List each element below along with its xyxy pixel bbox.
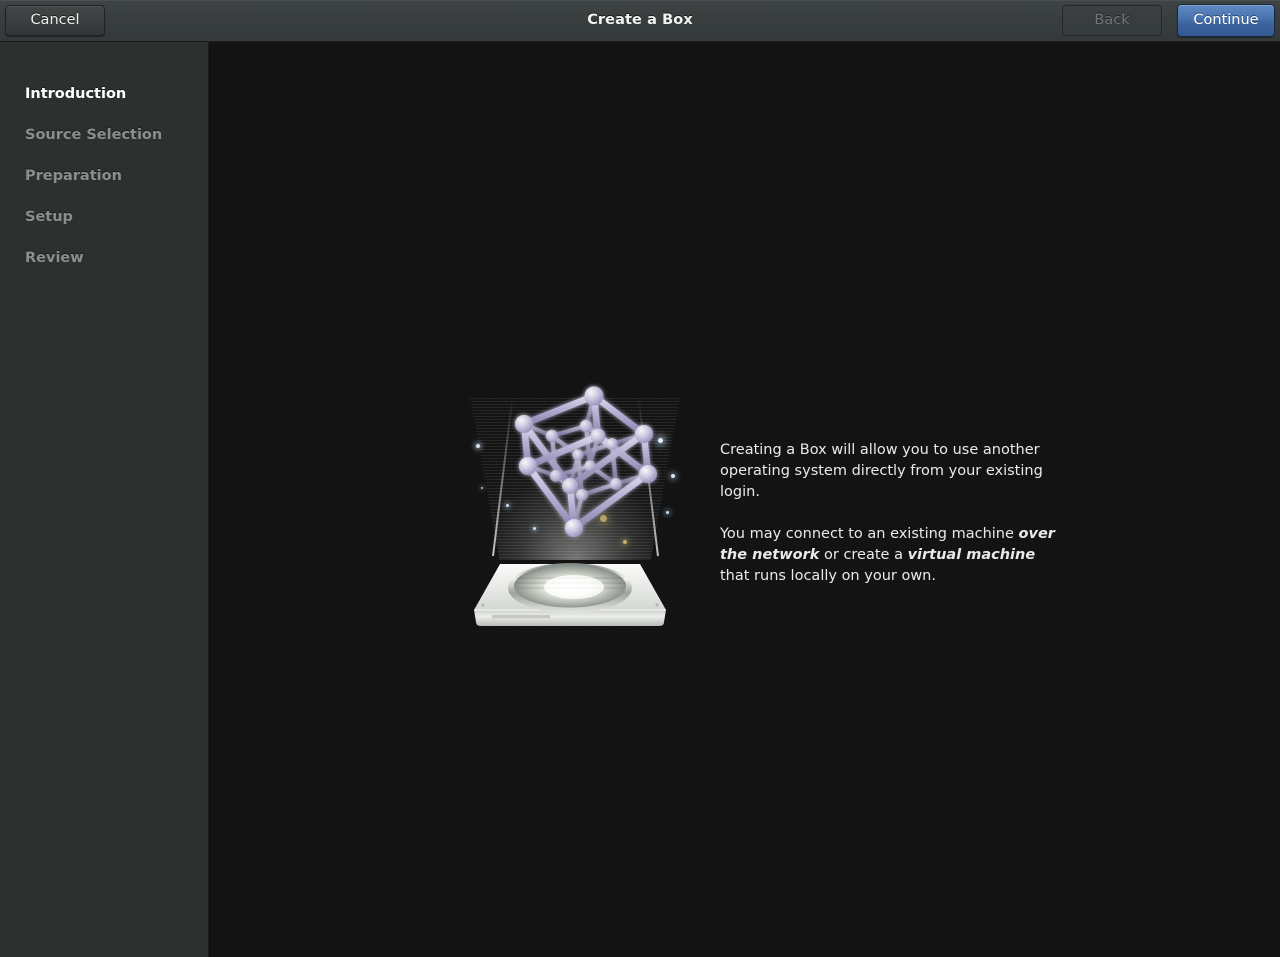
intro-paragraph-1: Creating a Box will allow you to use ano…: [720, 442, 1043, 500]
sidebar-item-source-selection[interactable]: Source Selection: [0, 115, 209, 156]
intro-p2-emphasis-vm: virtual machine: [907, 547, 1036, 563]
back-button[interactable]: Back: [1062, 5, 1162, 36]
sidebar-item-preparation[interactable]: Preparation: [0, 156, 209, 197]
wizard-step-list: Introduction Source Selection Preparatio…: [0, 74, 209, 279]
header-bar: Create a Box Cancel Back Continue: [0, 0, 1280, 42]
main-content-area: Creating a Box will allow you to use ano…: [210, 42, 1280, 957]
intro-p2-text-1: You may connect to an existing machine: [720, 526, 1019, 542]
create-a-box-window: Create a Box Cancel Back Continue Introd…: [0, 0, 1280, 957]
continue-button[interactable]: Continue: [1177, 4, 1275, 37]
boxes-hologram-illustration: [470, 382, 680, 632]
projector-base-icon: [474, 563, 666, 626]
intro-paragraph-2: You may connect to an existing machine o…: [720, 524, 1060, 587]
introduction-text: Creating a Box will allow you to use ano…: [720, 372, 1060, 587]
wizard-steps-sidebar: Introduction Source Selection Preparatio…: [0, 42, 209, 957]
introduction-panel: Creating a Box will allow you to use ano…: [470, 372, 1070, 632]
intro-p2-text-2: or create a: [819, 547, 908, 563]
sidebar-item-setup[interactable]: Setup: [0, 197, 209, 238]
cancel-button[interactable]: Cancel: [5, 5, 105, 36]
sidebar-item-introduction[interactable]: Introduction: [0, 74, 209, 115]
sidebar-item-review[interactable]: Review: [0, 238, 209, 279]
wireframe-cube-icon: [515, 386, 657, 537]
intro-p2-text-3: that runs locally on your own.: [720, 568, 936, 584]
